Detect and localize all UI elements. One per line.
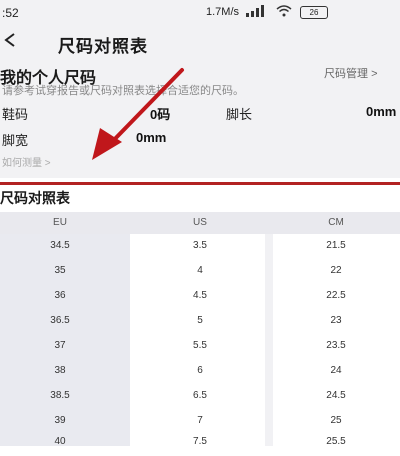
us-cell: 6.5: [193, 390, 207, 401]
page-title: 尺码对照表: [58, 37, 148, 56]
cm-cell: 23: [330, 315, 342, 326]
table-row: 36.5 5 23: [0, 311, 400, 335]
eu-cell: 37: [54, 340, 66, 351]
battery-icon: 26: [300, 6, 328, 19]
foot-width-value: 0mm: [136, 130, 167, 145]
table-row: 35 4 22: [0, 261, 400, 285]
table-row: 34.5 3.5 21.5: [0, 236, 400, 260]
column-header-us: US: [193, 217, 207, 228]
size-table-header: EU US CM: [0, 212, 400, 234]
eu-cell: 38.5: [50, 390, 70, 401]
cm-cell: 21.5: [326, 240, 346, 251]
eu-cell: 36: [54, 290, 66, 301]
us-cell: 5: [197, 315, 203, 326]
shoe-size-value: 0码: [150, 107, 171, 122]
us-cell: 4.5: [193, 290, 207, 301]
cm-cell: 24: [330, 365, 342, 376]
cm-cell: 24.5: [326, 390, 346, 401]
table-row: 38.5 6.5 24.5: [0, 386, 400, 410]
how-to-measure-link[interactable]: 如何测量 >: [2, 154, 51, 169]
cm-cell: 25.5: [326, 436, 346, 447]
table-row: 36 4.5 22.5: [0, 286, 400, 310]
status-bar: :52 1.7M/s 26: [0, 0, 400, 24]
us-cell: 3.5: [193, 240, 207, 251]
table-row: 40 7.5 25.5: [0, 432, 400, 456]
us-cell: 7: [197, 415, 203, 426]
us-cell: 5.5: [193, 340, 207, 351]
table-row: 37 5.5 23.5: [0, 336, 400, 360]
app-header: 尺码对照表: [0, 24, 400, 60]
eu-cell: 34.5: [50, 240, 70, 251]
chevron-right-icon: >: [371, 68, 378, 80]
column-header-eu: EU: [53, 217, 67, 228]
eu-cell: 38: [54, 365, 66, 376]
cm-cell: 22: [330, 265, 342, 276]
signal-icon: [246, 5, 264, 17]
section-divider: [0, 182, 400, 185]
column-header-cm: CM: [328, 217, 344, 228]
eu-cell: 36.5: [50, 315, 70, 326]
eu-cell: 40: [54, 436, 66, 447]
cm-cell: 23.5: [326, 340, 346, 351]
wifi-icon: [276, 5, 292, 17]
table-row: 38 6 24: [0, 361, 400, 385]
us-cell: 7.5: [193, 436, 207, 447]
us-cell: 4: [197, 265, 203, 276]
shoe-size-label: 鞋码: [2, 107, 29, 122]
network-speed: 1.7M/s: [206, 6, 240, 18]
cm-cell: 25: [330, 415, 342, 426]
personal-size-card: 我的个人尺码 尺码管理 > 请参考试穿报告或尺码对照表选择合适您的尺码。 鞋码 …: [0, 60, 400, 178]
size-manage-label: 尺码管理: [324, 68, 368, 80]
size-chart-title: 尺码对照表: [0, 190, 70, 206]
cm-cell: 22.5: [326, 290, 346, 301]
eu-cell: 39: [54, 415, 66, 426]
eu-cell: 35: [54, 265, 66, 276]
us-cell: 6: [197, 365, 203, 376]
size-manage-link[interactable]: 尺码管理 >: [324, 65, 378, 81]
foot-width-label: 脚宽: [2, 133, 29, 148]
foot-length-value: 0mm: [366, 104, 397, 119]
foot-length-label: 脚长: [226, 107, 253, 122]
status-time: :52: [2, 6, 19, 20]
size-hint-text: 请参考试穿报告或尺码对照表选择合适您的尺码。: [2, 85, 244, 97]
back-arrow-icon[interactable]: [0, 30, 20, 56]
